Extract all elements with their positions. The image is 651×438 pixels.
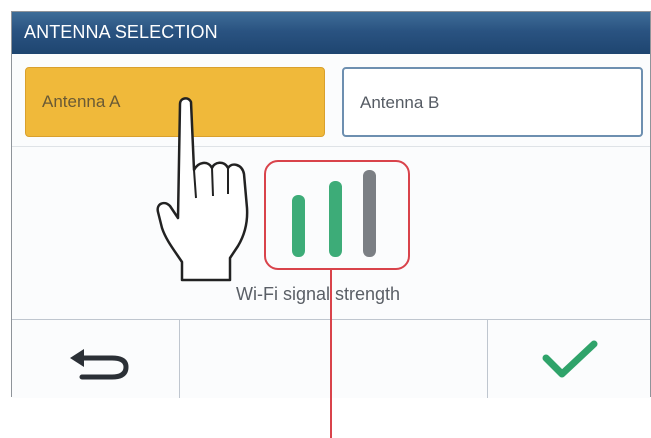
confirm-button[interactable]: [488, 320, 650, 398]
signal-bar-3: [363, 170, 376, 257]
antenna-a-label: Antenna A: [42, 92, 121, 111]
back-arrow-icon: [70, 349, 129, 380]
checkmark-icon: [542, 340, 598, 378]
title-bar: ANTENNA SELECTION: [12, 12, 650, 54]
signal-bar-2: [329, 181, 342, 257]
pointing-hand-icon: [156, 97, 249, 282]
signal-bar-1: [292, 195, 305, 257]
callout-pointer-line: [330, 268, 332, 438]
back-button[interactable]: [12, 320, 180, 398]
antenna-b-button[interactable]: Antenna B: [342, 67, 643, 137]
signal-strength-highlight: [264, 160, 410, 270]
footer-spacer: [180, 320, 488, 398]
wifi-signal-label: Wi-Fi signal strength: [236, 284, 401, 304]
antenna-b-label: Antenna B: [360, 93, 440, 112]
divider: [12, 146, 650, 147]
screen-title: ANTENNA SELECTION: [24, 22, 218, 42]
